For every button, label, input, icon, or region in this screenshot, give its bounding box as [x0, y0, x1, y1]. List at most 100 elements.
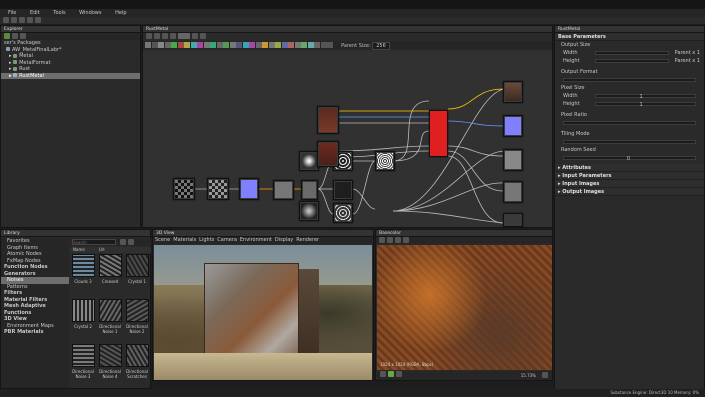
- library-thumb[interactable]: [72, 299, 95, 322]
- node-pixel-icon[interactable]: [229, 42, 236, 48]
- node-hsl-icon[interactable]: [177, 42, 184, 48]
- menu-file[interactable]: File: [8, 10, 16, 16]
- node-sharpen-icon[interactable]: [281, 42, 288, 48]
- node-blend-icon[interactable]: [145, 42, 151, 48]
- menu-edit[interactable]: Edit: [30, 10, 40, 16]
- mode-button[interactable]: [178, 33, 190, 39]
- basecolor-preview[interactable]: 1024 x 1024 (RGBA, 8bpc): [377, 245, 552, 370]
- pixel-height-field[interactable]: 1: [595, 102, 696, 108]
- node-frame-icon[interactable]: [320, 42, 327, 48]
- redo-icon[interactable]: [35, 17, 41, 23]
- node-output-icon[interactable]: [197, 42, 203, 48]
- node-transform-icon[interactable]: [203, 42, 210, 48]
- rgb-icon[interactable]: [380, 371, 386, 377]
- node-value-icon[interactable]: [307, 42, 314, 48]
- frame-icon[interactable]: [162, 33, 168, 39]
- library-thumb[interactable]: [126, 299, 149, 322]
- grid-icon[interactable]: [154, 33, 160, 39]
- view3d-viewport[interactable]: [154, 245, 372, 380]
- view-mode-icon[interactable]: [127, 239, 134, 245]
- explorer-item-rustmetal[interactable]: ▸ RustMetal: [1, 72, 140, 79]
- output-format-select[interactable]: [563, 78, 696, 82]
- library-thumb[interactable]: [72, 254, 95, 277]
- new-icon[interactable]: [3, 17, 9, 23]
- settings-icon[interactable]: [403, 237, 409, 243]
- view3d-menu-item[interactable]: Renderer: [296, 237, 319, 243]
- output-normal[interactable]: [503, 115, 523, 137]
- zoom-in-icon[interactable]: [542, 372, 548, 378]
- library-thumb[interactable]: [99, 344, 122, 367]
- node-input-icon[interactable]: [294, 42, 301, 48]
- settings-icon[interactable]: [200, 33, 206, 39]
- export-icon[interactable]: [395, 237, 401, 243]
- node-dir-icon[interactable]: [249, 42, 255, 48]
- save-graph-icon[interactable]: [20, 33, 26, 39]
- node-normal-map[interactable]: [239, 178, 259, 200]
- node-comment-icon[interactable]: [314, 42, 320, 48]
- library-thumb[interactable]: [72, 344, 95, 367]
- node-levels-icon[interactable]: [184, 42, 190, 48]
- node-channel-icon[interactable]: [158, 42, 164, 48]
- height-slider[interactable]: [595, 59, 669, 63]
- library-category[interactable]: PBR Materials: [1, 329, 69, 336]
- node-gradient-icon[interactable]: [171, 42, 177, 48]
- menu-tools[interactable]: Tools: [53, 10, 65, 16]
- node-noise-1[interactable]: [299, 151, 319, 171]
- view3d-menu-item[interactable]: Lights: [199, 237, 214, 243]
- channel-icon[interactable]: [379, 237, 385, 243]
- node-rust-roughness[interactable]: [317, 141, 339, 167]
- library-search-input[interactable]: [72, 239, 116, 245]
- node-blur-icon[interactable]: [151, 42, 158, 48]
- width-slider[interactable]: [595, 51, 669, 55]
- node-distance-icon[interactable]: [262, 42, 268, 48]
- attributes-section[interactable]: ▸ Attributes: [555, 164, 704, 172]
- node-output-red[interactable]: [429, 110, 448, 157]
- output-height[interactable]: [503, 213, 523, 227]
- menu-windows[interactable]: Windows: [79, 10, 101, 16]
- height-value[interactable]: Parent x 1: [675, 57, 700, 65]
- library-thumb[interactable]: [126, 254, 149, 277]
- node-bitmap-icon[interactable]: [301, 42, 307, 48]
- width-value[interactable]: Parent x 1: [675, 49, 700, 57]
- node-normal-icon[interactable]: [190, 42, 197, 48]
- node-levels[interactable]: [273, 180, 294, 200]
- folder-icon[interactable]: [12, 33, 18, 39]
- node-svg-icon[interactable]: [236, 42, 242, 48]
- graph-canvas[interactable]: [143, 51, 552, 227]
- library-thumb[interactable]: [126, 344, 149, 367]
- zoom-value[interactable]: 15.73%: [521, 373, 536, 378]
- undo-icon[interactable]: [27, 17, 33, 23]
- node-grad-dyn-icon[interactable]: [268, 42, 275, 48]
- col-url[interactable]: Url: [99, 247, 105, 252]
- alpha-icon[interactable]: [388, 371, 394, 377]
- pixel-ratio-select[interactable]: [563, 121, 696, 125]
- output-metallic[interactable]: [503, 181, 523, 203]
- node-blend[interactable]: [301, 180, 318, 200]
- input-params-section[interactable]: ▸ Input Parameters: [555, 172, 704, 180]
- node-text-icon[interactable]: [242, 42, 249, 48]
- node-warp-icon[interactable]: [216, 42, 223, 48]
- node-curve-icon[interactable]: [164, 42, 171, 48]
- parent-size-select[interactable]: 256: [372, 41, 390, 50]
- col-name[interactable]: Name: [73, 247, 85, 252]
- params-tab[interactable]: RustMetal: [555, 26, 704, 33]
- node-noise-2[interactable]: [299, 201, 319, 221]
- output-roughness[interactable]: [503, 149, 523, 171]
- node-rust-basecolor[interactable]: [317, 106, 339, 134]
- node-noise-input[interactable]: [173, 178, 195, 200]
- node-mix[interactable]: [375, 151, 395, 171]
- fit-icon[interactable]: [192, 33, 198, 39]
- library-thumb[interactable]: [99, 254, 122, 277]
- node-shuffle-icon[interactable]: [275, 42, 281, 48]
- save-icon[interactable]: [19, 17, 25, 23]
- base-params-section[interactable]: Base Parameters: [555, 33, 704, 41]
- view3d-menu-item[interactable]: Environment: [240, 237, 272, 243]
- node-uniform-icon[interactable]: [210, 42, 216, 48]
- input-images-section[interactable]: ▸ Input Images: [555, 180, 704, 188]
- tiling-mode-select[interactable]: [563, 140, 696, 144]
- menu-help[interactable]: Help: [115, 10, 126, 16]
- node-fx-icon[interactable]: [223, 42, 229, 48]
- random-seed-field[interactable]: 0: [563, 156, 696, 162]
- node-grunge-2[interactable]: [333, 203, 353, 223]
- node-emboss-icon[interactable]: [255, 42, 262, 48]
